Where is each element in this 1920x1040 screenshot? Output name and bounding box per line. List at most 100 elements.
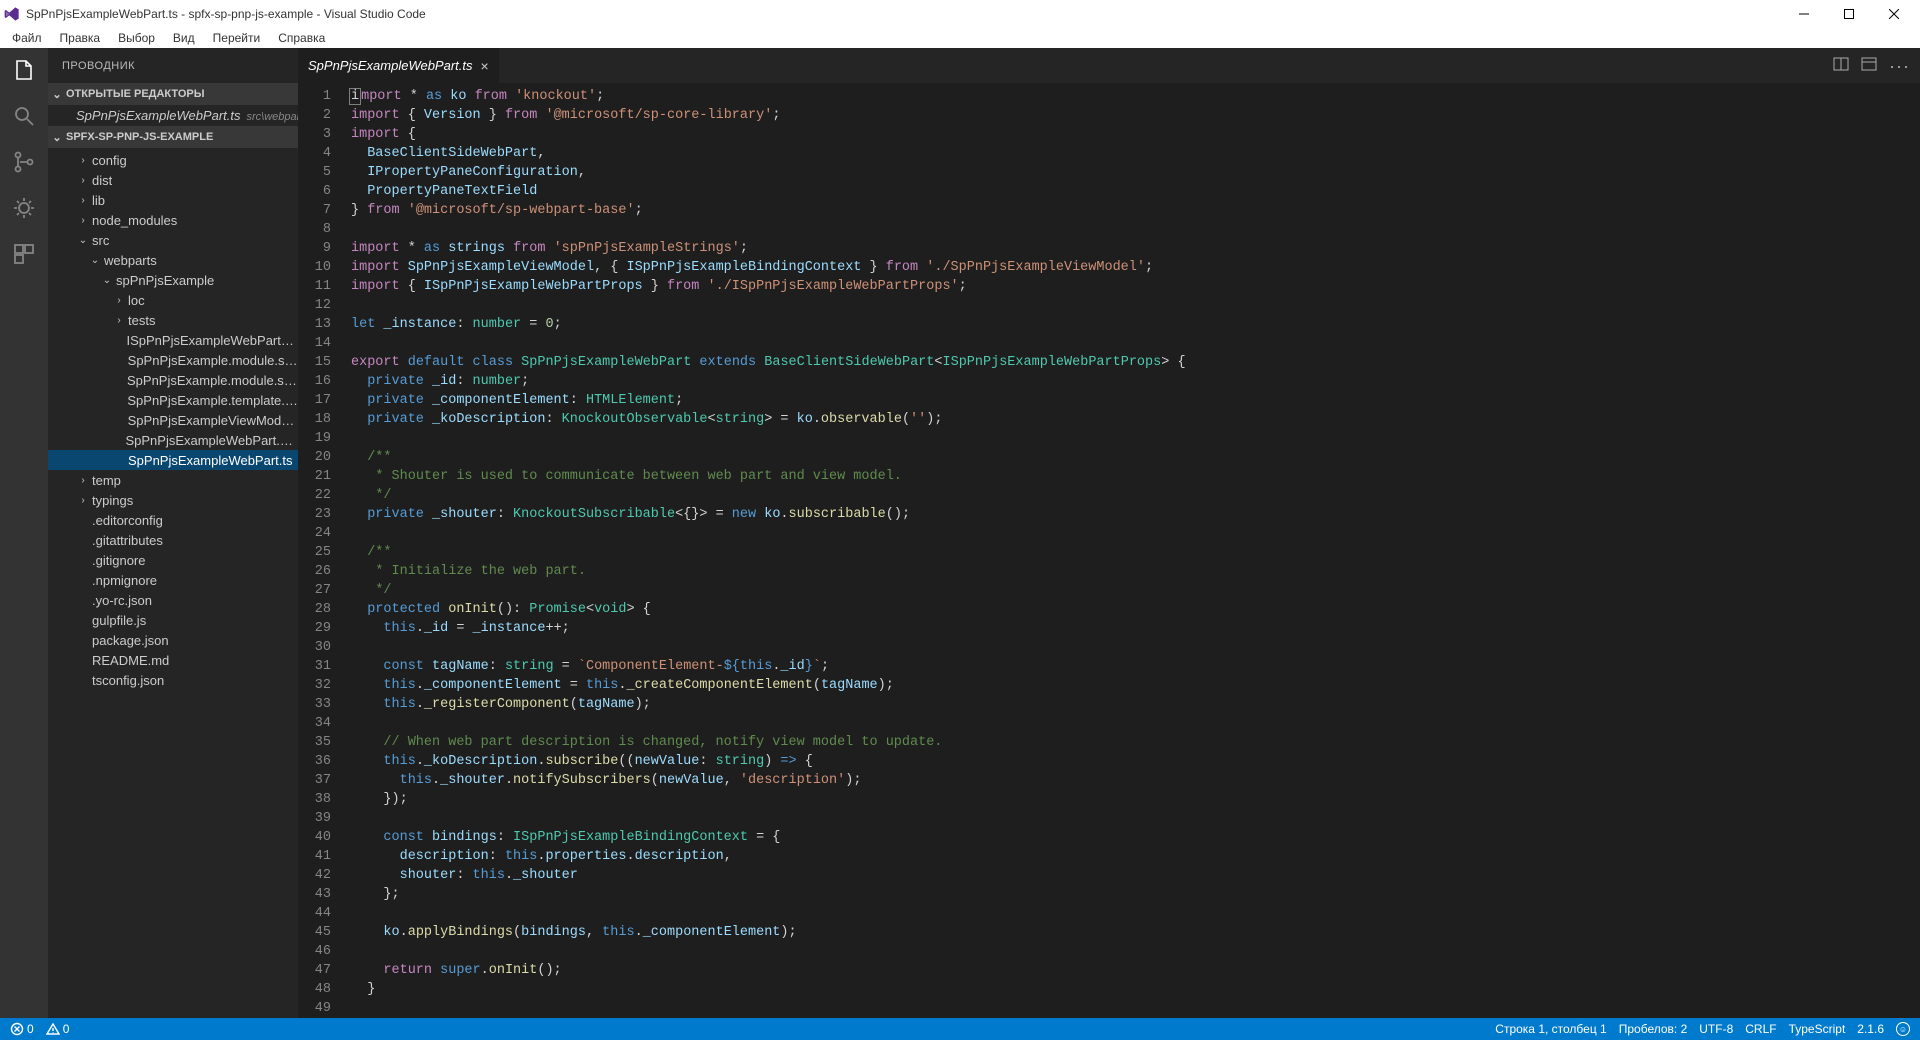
status-indent[interactable]: Пробелов: 2 (1619, 1022, 1688, 1036)
source-control-icon[interactable] (10, 148, 38, 176)
tree-item[interactable]: .gitattributes (48, 530, 298, 550)
tree-item[interactable]: ⌄ webparts (48, 250, 298, 270)
tree-item-label: tsconfig.json (92, 673, 164, 688)
chevron-icon: › (114, 295, 124, 306)
tree-item[interactable]: › node_modules (48, 210, 298, 230)
minimize-button[interactable] (1781, 0, 1826, 28)
tree-item[interactable]: SpPnPjsExampleWebPart.ts (48, 450, 298, 470)
editor-area: SpPnPjsExampleWebPart.ts × ··· 123456789… (298, 48, 1920, 1018)
tree-item-label: dist (92, 173, 112, 188)
debug-icon[interactable] (10, 194, 38, 222)
tree-item-label: SpPnPjsExampleWebPart.ts (128, 453, 293, 468)
tree-item[interactable]: SpPnPjsExample.module.scss.ts (48, 370, 298, 390)
tree-item[interactable]: ›lib (48, 190, 298, 210)
extensions-icon[interactable] (10, 240, 38, 268)
tree-item[interactable]: package.json (48, 630, 298, 650)
code-editor[interactable]: 1234567891011121314151617181920212223242… (298, 83, 1920, 1018)
title-bar: SpPnPjsExampleWebPart.ts - spfx-sp-pnp-j… (0, 0, 1920, 28)
chevron-icon: › (78, 475, 88, 486)
menu-справка[interactable]: Справка (270, 29, 333, 47)
explorer-icon[interactable] (10, 56, 38, 84)
workspace-name: SPFX-SP-PNP-JS-EXAMPLE (66, 131, 213, 143)
tree-item-label: .gitignore (92, 553, 145, 568)
tree-item-label: spPnPjsExample (116, 273, 214, 288)
tree-item-label: loc (128, 293, 145, 308)
tree-item-label: SpPnPjsExample.template.html (127, 393, 298, 408)
tree-item[interactable]: ›tests (48, 310, 298, 330)
workspace-header[interactable]: ⌄SPFX-SP-PNP-JS-EXAMPLE (48, 126, 298, 148)
line-gutter: 1234567891011121314151617181920212223242… (298, 83, 343, 1018)
tree-item-label: ISpPnPjsExampleWebPartProps.ts (126, 333, 298, 348)
tree-item[interactable]: SpPnPjsExample.template.html (48, 390, 298, 410)
menu-bar: ФайлПравкаВыборВидПерейтиСправка (0, 28, 1920, 48)
close-button[interactable] (1871, 0, 1916, 28)
open-editor-item[interactable]: SpPnPjsExampleWebPart.ts src\webparts\sp… (48, 105, 298, 126)
chevron-icon: › (114, 315, 124, 326)
tree-item-label: .yo-rc.json (92, 593, 152, 608)
status-encoding[interactable]: UTF-8 (1699, 1022, 1733, 1036)
tree-item[interactable]: › loc (48, 290, 298, 310)
window-title: SpPnPjsExampleWebPart.ts - spfx-sp-pnp-j… (26, 7, 426, 21)
tab-label: SpPnPjsExampleWebPart.ts (308, 58, 473, 73)
tree-item[interactable]: .editorconfig (48, 510, 298, 530)
tree-item-label: .gitattributes (92, 533, 163, 548)
status-cursor[interactable]: Строка 1, столбец 1 (1495, 1022, 1606, 1036)
chevron-icon: ⌄ (78, 235, 88, 246)
tree-item-label: SpPnPjsExample.module.scss.ts (127, 373, 298, 388)
tree-item-label: SpPnPjsExample.module.scss (128, 353, 298, 368)
split-editor-icon[interactable] (1833, 56, 1849, 75)
menu-вид[interactable]: Вид (165, 29, 203, 47)
tree-item[interactable]: ISpPnPjsExampleWebPartProps.ts (48, 330, 298, 350)
tree-item[interactable]: ⌄src (48, 230, 298, 250)
tree-item[interactable]: .gitignore (48, 550, 298, 570)
tree-item-label: typings (92, 493, 133, 508)
tree-item[interactable]: › dist (48, 170, 298, 190)
chevron-icon: › (78, 215, 88, 226)
tree-item-label: README.md (92, 653, 169, 668)
editor-tabs: SpPnPjsExampleWebPart.ts × ··· (298, 48, 1920, 83)
open-editor-name: SpPnPjsExampleWebPart.ts (76, 108, 241, 123)
chevron-icon: ⌄ (102, 275, 112, 286)
code-body[interactable]: import * as ko from 'knockout';import { … (343, 83, 1920, 1018)
tree-item-label: node_modules (92, 213, 177, 228)
tree-item[interactable]: ›config (48, 150, 298, 170)
maximize-button[interactable] (1826, 0, 1871, 28)
menu-выбор[interactable]: Выбор (110, 29, 163, 47)
status-version[interactable]: 2.1.6 (1857, 1022, 1884, 1036)
open-editors-header[interactable]: ⌄ОТКРЫТЫЕ РЕДАКТОРЫ (48, 83, 298, 105)
tree-item-label: package.json (92, 633, 169, 648)
tree-item[interactable]: ›temp (48, 470, 298, 490)
menu-перейти[interactable]: Перейти (205, 29, 269, 47)
tree-item[interactable]: SpPnPjsExampleViewModel.ts (48, 410, 298, 430)
chevron-icon: ⌄ (90, 255, 100, 266)
menu-файл[interactable]: Файл (4, 29, 50, 47)
status-feedback-icon[interactable]: ☺ (1896, 1022, 1910, 1036)
tree-item[interactable]: .npmignore (48, 570, 298, 590)
tree-item[interactable]: SpPnPjsExample.module.scss (48, 350, 298, 370)
tree-item[interactable]: ⌄ spPnPjsExample (48, 270, 298, 290)
tree-item[interactable]: › typings (48, 490, 298, 510)
tree-item-label: webparts (104, 253, 157, 268)
sidebar: ПРОВОДНИК ⌄ОТКРЫТЫЕ РЕДАКТОРЫ SpPnPjsExa… (48, 48, 298, 1018)
status-eol[interactable]: CRLF (1745, 1022, 1776, 1036)
status-warnings[interactable]: 0 (46, 1022, 70, 1036)
chevron-icon: › (78, 195, 88, 206)
tree-item[interactable]: README.md (48, 650, 298, 670)
status-bar: 0 0 Строка 1, столбец 1 Пробелов: 2 UTF-… (0, 1018, 1920, 1040)
status-language[interactable]: TypeScript (1789, 1022, 1846, 1036)
close-icon[interactable]: × (481, 58, 489, 74)
chevron-icon: › (78, 175, 88, 186)
chevron-icon: › (78, 495, 88, 506)
status-errors[interactable]: 0 (10, 1022, 34, 1036)
tree-item[interactable]: tsconfig.json (48, 670, 298, 690)
tree-item-label: gulpfile.js (92, 613, 146, 628)
file-tree: ›config›dist›lib›node_modules⌄src⌄webpar… (48, 148, 298, 698)
tree-item[interactable]: SpPnPjsExampleWebPart.manifest.json (48, 430, 298, 450)
tree-item[interactable]: .yo-rc.json (48, 590, 298, 610)
tree-item-label: config (92, 153, 127, 168)
menu-правка[interactable]: Правка (52, 29, 109, 47)
tree-item[interactable]: gulpfile.js (48, 610, 298, 630)
tab-active[interactable]: SpPnPjsExampleWebPart.ts × (298, 48, 500, 83)
layout-icon[interactable] (1861, 56, 1877, 75)
search-icon[interactable] (10, 102, 38, 130)
